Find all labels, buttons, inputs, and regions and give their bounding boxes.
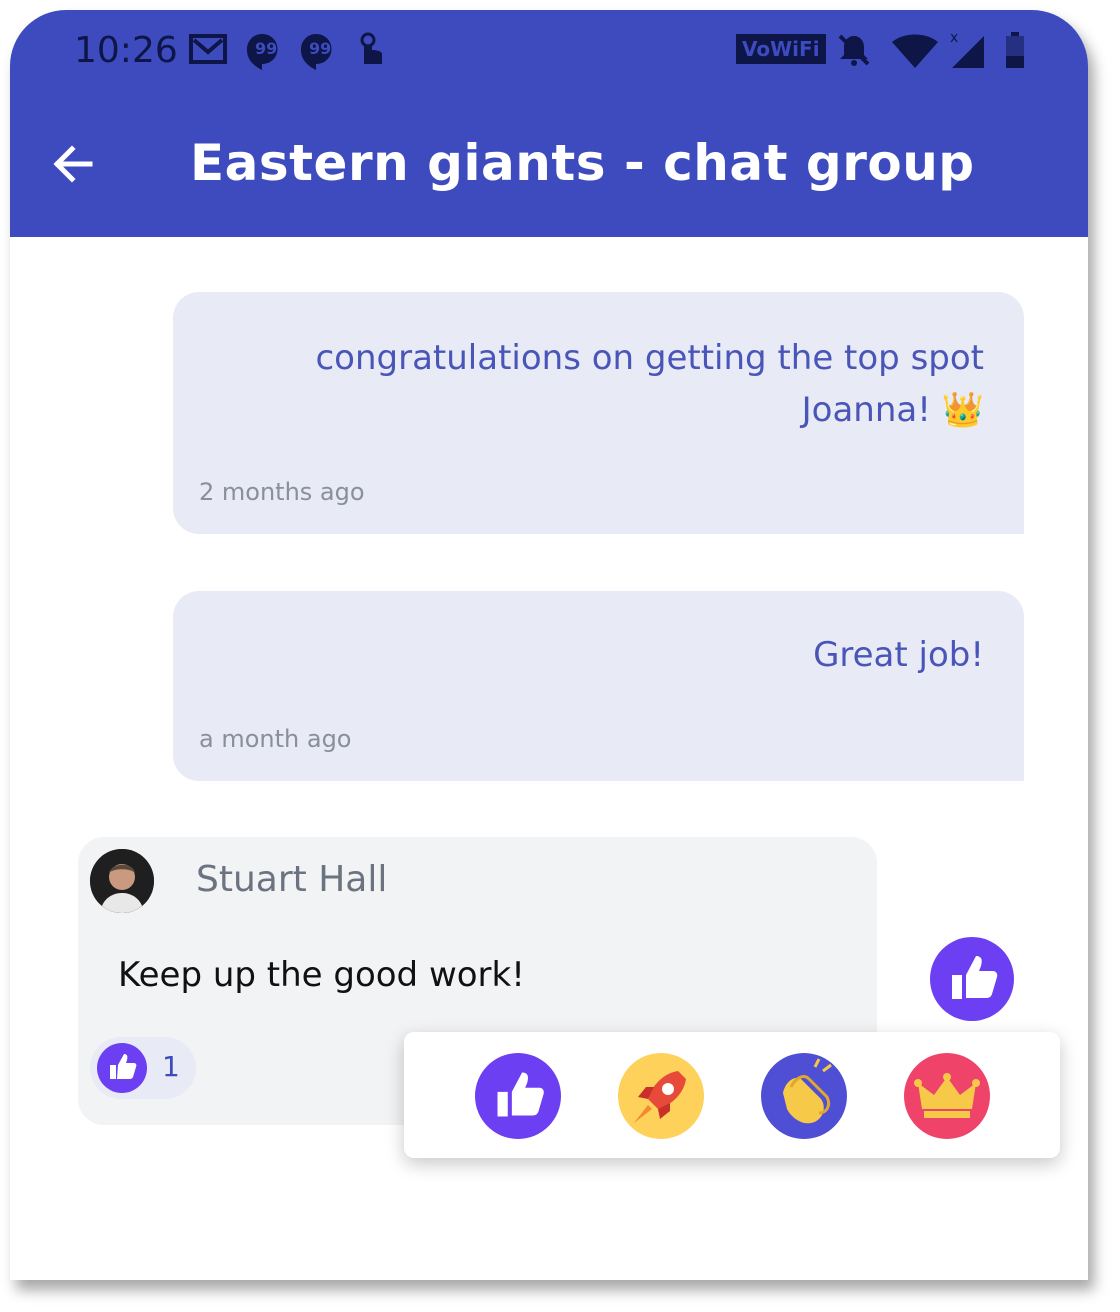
message-line: congratulations on getting the top spot <box>315 338 984 378</box>
touch-icon <box>354 32 388 77</box>
message-timestamp: 2 months ago <box>199 478 365 506</box>
sender-name: Stuart Hall <box>196 859 388 900</box>
status-bar: 10:26 99 99 VoWiFi x <box>10 10 1088 100</box>
thumbs-up-icon <box>97 1043 147 1098</box>
vowifi-icon: VoWiFi <box>736 34 826 64</box>
page-title: Eastern giants - chat group <box>190 134 975 192</box>
signal-icon: x <box>948 28 988 75</box>
svg-text:x: x <box>950 30 958 46</box>
arrow-back-icon[interactable] <box>50 140 98 193</box>
battery-icon <box>1004 32 1026 75</box>
app-bar: 10:26 99 99 VoWiFi x Eastern giants - ch… <box>10 10 1088 237</box>
message-text: Great job! <box>813 635 984 675</box>
reaction-picker <box>404 1032 1060 1158</box>
thumbs-up-icon <box>930 956 1014 1025</box>
gmail-icon <box>188 32 230 73</box>
status-time: 10:26 <box>74 30 178 71</box>
crown-icon[interactable] <box>904 1053 990 1139</box>
hangouts-icon: 99 <box>300 32 334 75</box>
outgoing-message[interactable]: congratulations on getting the top spot … <box>173 292 1024 534</box>
thumbs-up-icon[interactable] <box>475 1053 561 1139</box>
wifi-icon <box>890 32 940 75</box>
phone-screen: 10:26 99 99 VoWiFi x Eastern giants - ch… <box>10 10 1088 1280</box>
hangouts-icon: 99 <box>246 32 280 75</box>
message-text: Keep up the good work! <box>118 955 525 995</box>
outgoing-message[interactable]: Great job! a month ago <box>173 591 1024 781</box>
toolbar: Eastern giants - chat group <box>10 110 1088 220</box>
avatar[interactable] <box>90 849 154 913</box>
reaction-chip[interactable]: 1 <box>90 1037 196 1099</box>
svg-text:99: 99 <box>309 39 331 58</box>
bell-off-icon <box>836 32 872 73</box>
message-text: congratulations on getting the top spot … <box>315 332 984 436</box>
reaction-count: 1 <box>162 1050 180 1083</box>
message-timestamp: a month ago <box>199 725 352 753</box>
message-line: Joanna! 👑 <box>801 390 984 430</box>
rocket-icon[interactable] <box>618 1053 704 1139</box>
clapping-hands-icon[interactable] <box>761 1053 847 1139</box>
svg-text:99: 99 <box>255 39 277 58</box>
like-button[interactable] <box>930 937 1014 1021</box>
